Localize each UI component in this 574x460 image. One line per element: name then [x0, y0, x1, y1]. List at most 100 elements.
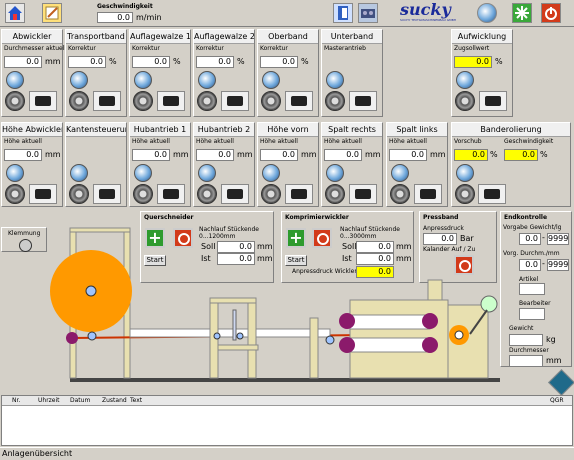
durch-label: Vorg. Durchm./mm — [503, 250, 560, 257]
motor-icon[interactable] — [29, 91, 57, 111]
power-button[interactable] — [541, 3, 561, 23]
edit-button[interactable] — [42, 3, 62, 23]
vorgabe-label: Vorgabe Gewicht/lg — [503, 224, 562, 231]
panel-value[interactable]: 0.0 — [454, 56, 492, 68]
motor-icon[interactable] — [221, 184, 249, 204]
panel-title: Aufwicklung — [452, 30, 512, 44]
machine-button[interactable] — [358, 3, 378, 23]
gear-icon[interactable] — [197, 91, 217, 111]
motor-icon[interactable] — [349, 184, 377, 204]
motor-icon[interactable] — [285, 91, 313, 111]
panel-title: Spalt links — [387, 123, 447, 137]
panel-value[interactable]: 0.0 — [132, 149, 170, 161]
panel-sublabel: Höhe aktuell — [196, 138, 234, 145]
gauge-icon[interactable] — [456, 71, 474, 89]
alarm-header: Nr. Uhrzeit Datum Zustand Text QGR — [2, 396, 572, 406]
gear-icon[interactable] — [69, 91, 89, 111]
gear-icon[interactable] — [5, 91, 25, 111]
panel-row2-0: Höhe Abwickler Höhe aktuell 0.0 mm — [1, 122, 63, 207]
gear-icon[interactable] — [455, 91, 475, 111]
gear-icon[interactable] — [261, 91, 281, 111]
panel-value[interactable]: 0.0 — [4, 56, 42, 68]
gauge-icon[interactable] — [6, 164, 24, 182]
alarm-col-uhrzeit: Uhrzeit — [38, 397, 60, 404]
vorschub-unit: % — [490, 150, 498, 159]
cutter-frame-right — [247, 297, 257, 379]
gear-icon[interactable] — [133, 91, 153, 111]
motor-icon[interactable] — [157, 91, 185, 111]
panel-value[interactable]: 0.0 — [196, 149, 234, 161]
gear-icon[interactable] — [69, 184, 89, 204]
home-button[interactable] — [5, 3, 25, 23]
machine-diagram — [50, 227, 500, 382]
gear-icon[interactable] — [390, 184, 410, 204]
gauge-icon[interactable] — [70, 164, 88, 182]
motor-icon[interactable] — [157, 184, 185, 204]
bandero-speed-value[interactable]: 0.0 — [504, 149, 538, 161]
motor-icon[interactable] — [479, 91, 507, 111]
panel-unit: mm — [45, 150, 61, 159]
motor-icon[interactable] — [93, 91, 121, 111]
band-roll — [480, 295, 498, 313]
gear-icon[interactable] — [133, 184, 153, 204]
panel-value[interactable]: 0.0 — [4, 149, 42, 161]
vorgabe-dash: - — [542, 233, 545, 242]
panel-value[interactable]: 0.0 — [260, 56, 298, 68]
gauge-icon[interactable] — [198, 71, 216, 89]
gauge-icon[interactable] — [70, 71, 88, 89]
alarm-list[interactable]: Nr. Uhrzeit Datum Zustand Text QGR — [1, 395, 573, 446]
durch-from[interactable]: 0.0 — [519, 259, 541, 271]
panel-value[interactable]: 0.0 — [68, 56, 106, 68]
globe-button[interactable] — [477, 3, 497, 23]
panel-title: Banderolierung — [452, 123, 570, 137]
motor-icon[interactable] — [414, 184, 442, 204]
motor-icon[interactable] — [478, 184, 506, 204]
gauge-icon[interactable] — [134, 71, 152, 89]
gear-icon[interactable] — [325, 91, 345, 111]
gauge-icon[interactable] — [134, 164, 152, 182]
gear-icon[interactable] — [197, 184, 217, 204]
bearbeiter-field[interactable] — [519, 308, 545, 320]
exit-door-button[interactable] — [333, 3, 353, 23]
motor-icon[interactable] — [93, 184, 121, 204]
panel-value[interactable]: 0.0 — [132, 56, 170, 68]
gauge-icon[interactable] — [262, 164, 280, 182]
zoom-button[interactable] — [548, 369, 574, 396]
motor-icon[interactable] — [285, 184, 313, 204]
panel-value[interactable]: 0.0 — [389, 149, 427, 161]
panel-row2-1: Kantensteuerung — [65, 122, 127, 207]
durch-to[interactable]: 9999 — [547, 259, 569, 271]
vorgabe-to[interactable]: 9999 — [547, 233, 569, 245]
gauge-icon[interactable] — [326, 164, 344, 182]
gear-icon[interactable] — [455, 184, 475, 204]
panel-value[interactable]: 0.0 — [324, 149, 362, 161]
panel-unit: mm — [45, 57, 61, 66]
gauge-icon[interactable] — [262, 71, 280, 89]
gauge-icon[interactable] — [456, 164, 474, 182]
gear-icon[interactable] — [325, 184, 345, 204]
panel-value[interactable]: 0.0 — [196, 56, 234, 68]
panel-row1-6: Aufwicklung Zugsollwert 0.0% — [451, 29, 513, 117]
vorschub-value[interactable]: 0.0 — [454, 149, 488, 161]
endkontrolle-title: Endkontrolle — [504, 214, 548, 221]
gauge-icon[interactable] — [391, 164, 409, 182]
panel-unit: % — [109, 57, 117, 66]
motor-icon[interactable] — [29, 184, 57, 204]
motor-icon[interactable] — [221, 91, 249, 111]
winder-core — [454, 330, 464, 340]
bandero-speed-unit: % — [540, 150, 548, 159]
artikel-field[interactable] — [519, 283, 545, 295]
logo-text: sucky — [400, 0, 451, 19]
support-3 — [309, 317, 319, 379]
gauge-icon[interactable] — [326, 71, 344, 89]
gear-icon[interactable] — [5, 184, 25, 204]
panel-value[interactable]: 0.0 — [260, 149, 298, 161]
gauge-icon[interactable] — [6, 71, 24, 89]
gauge-icon[interactable] — [198, 164, 216, 182]
vorgabe-from[interactable]: 0.0 — [519, 233, 541, 245]
refresh-button[interactable] — [512, 3, 532, 23]
panel-title: Kantensteuerung — [66, 123, 126, 137]
panel-title: Unterband — [322, 30, 382, 44]
gear-icon[interactable] — [261, 184, 281, 204]
motor-icon[interactable] — [349, 91, 377, 111]
